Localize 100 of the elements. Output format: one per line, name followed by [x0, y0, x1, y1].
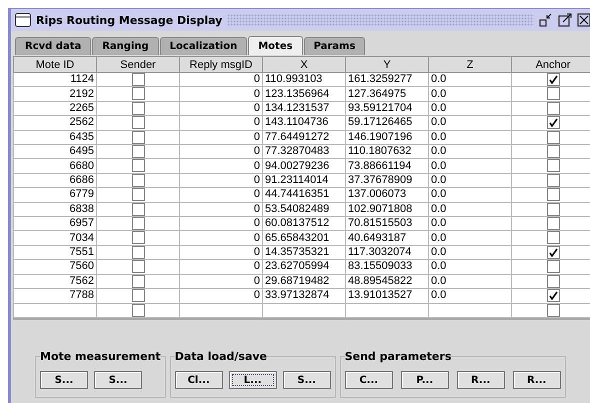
column-header[interactable]: X [262, 56, 346, 72]
table-cell: 91.23114014 [265, 174, 328, 186]
table-cell: 1124 [70, 73, 94, 86]
table-cell: 0 [254, 246, 260, 258]
table-cell: 94.00279236 [265, 160, 330, 172]
table-cell: 0.0 [431, 160, 446, 172]
table-cell: 0.0 [431, 232, 446, 244]
table-cell: 0 [254, 289, 260, 302]
table-cell: 6838 [70, 202, 94, 215]
table-cell: 7560 [70, 260, 94, 272]
group-title: Mote measurement [40, 350, 161, 363]
table-cell: 123.1356964 [265, 88, 330, 100]
table-cell: 110.993103 [265, 73, 322, 86]
action-button[interactable]: S... [282, 371, 331, 389]
table-cell: 0.0 [431, 217, 446, 230]
group-title: Data load/save [174, 350, 267, 363]
table-cell: 2562 [70, 116, 94, 128]
table-cell: 93.59121704 [348, 102, 412, 114]
column-header[interactable]: Anchor [512, 56, 590, 72]
action-button[interactable]: L... [228, 371, 277, 389]
table-cell: 7551 [70, 246, 94, 258]
table-cell: 0.0 [431, 274, 446, 287]
tab[interactable]: Localization [160, 37, 248, 55]
table-cell: 0.0 [431, 246, 446, 258]
table-cell: 6495 [70, 145, 94, 158]
tab[interactable]: Ranging [92, 37, 159, 55]
table-cell: 0.0 [431, 145, 446, 158]
table-cell: 70.81515503 [348, 217, 412, 230]
table-cell: 0 [254, 130, 260, 143]
table-cell: 0 [254, 102, 260, 114]
table-cell: 14.35735321 [265, 246, 330, 258]
table-cell: 83.15509033 [348, 260, 412, 272]
tab[interactable]: Motes [248, 36, 303, 55]
table-cell: 0 [254, 202, 260, 215]
table-cell: 13.91013527 [348, 289, 412, 302]
table-cell: 6686 [70, 174, 94, 186]
table-cell: 2265 [70, 102, 94, 114]
table-cell: 29.68719482 [265, 274, 330, 287]
table-cell: 6435 [70, 130, 94, 143]
table-cell: 48.89545822 [348, 274, 412, 287]
table-cell: 0 [254, 188, 260, 200]
table-cell: 0.0 [431, 116, 446, 128]
table-cell: 0.0 [431, 73, 446, 86]
table-cell: 0 [254, 232, 260, 244]
table-cell: 23.62705994 [265, 260, 330, 272]
table-cell: 77.32870483 [265, 145, 330, 158]
action-button[interactable]: S... [94, 371, 142, 389]
table-cell: 73.88661194 [348, 160, 412, 172]
table-cell: 0.0 [431, 88, 446, 100]
table-cell: 0.0 [431, 102, 446, 114]
tab[interactable]: Rcvd data [15, 37, 92, 55]
table-cell: 44.74416351 [265, 188, 330, 200]
table-cell: 6957 [70, 217, 94, 230]
table-cell: 40.6493187 [348, 232, 406, 244]
table-cell: 134.1231537 [265, 102, 330, 114]
table-cell: 0 [254, 174, 260, 186]
table-cell: 0.0 [431, 202, 446, 215]
table-cell: 0 [254, 88, 260, 100]
action-button[interactable]: Cl... [174, 371, 223, 389]
table-cell: 60.08137512 [265, 217, 330, 230]
table-cell: 2192 [70, 88, 94, 100]
column-header[interactable]: Z [428, 56, 512, 72]
table-cell: 0 [254, 217, 260, 230]
table-cell: 0 [254, 73, 260, 86]
group-title: Send parameters [344, 350, 452, 363]
table-cell: 0.0 [431, 289, 446, 302]
window-title: Rips Routing Message Display [36, 14, 222, 26]
table-cell: 146.1907196 [348, 130, 412, 143]
column-header[interactable]: Reply msgID [180, 56, 262, 72]
action-button[interactable]: P... [400, 371, 449, 389]
table-cell: 59.17126465 [348, 116, 412, 128]
table-cell: 7034 [70, 232, 94, 244]
table-cell: 0 [254, 116, 260, 128]
action-button[interactable]: R... [512, 371, 561, 389]
table-cell: 127.364975 [348, 88, 406, 100]
tab[interactable]: Params [304, 37, 366, 55]
column-header[interactable]: Mote ID [14, 56, 96, 72]
action-button[interactable]: S... [40, 371, 88, 389]
table-cell: 0.0 [431, 188, 446, 200]
action-button[interactable]: R... [456, 371, 505, 389]
table-cell: 0.0 [431, 174, 446, 186]
table-cell: 33.97132874 [265, 289, 330, 302]
table-cell: 6779 [70, 188, 94, 200]
table-cell: 0.0 [431, 260, 446, 272]
table-cell: 143.1104736 [265, 116, 328, 128]
table-cell: 102.9071808 [348, 202, 412, 215]
table-cell: 137.006073 [348, 188, 406, 200]
table-cell: 0 [254, 160, 260, 172]
table-cell: 7788 [70, 289, 94, 302]
action-button[interactable]: C... [344, 371, 393, 389]
table-cell: 6680 [70, 160, 94, 172]
table-cell: 65.65843201 [265, 232, 330, 244]
column-header[interactable]: Sender [96, 56, 180, 72]
table-cell: 0 [254, 274, 260, 287]
table-cell: 7562 [70, 274, 94, 287]
table-cell: 161.3259277 [348, 73, 412, 86]
table-cell: 0 [254, 145, 260, 158]
table-cell: 0.0 [431, 130, 446, 143]
column-header[interactable]: Y [346, 56, 428, 72]
table-cell: 110.1807632 [348, 145, 412, 158]
